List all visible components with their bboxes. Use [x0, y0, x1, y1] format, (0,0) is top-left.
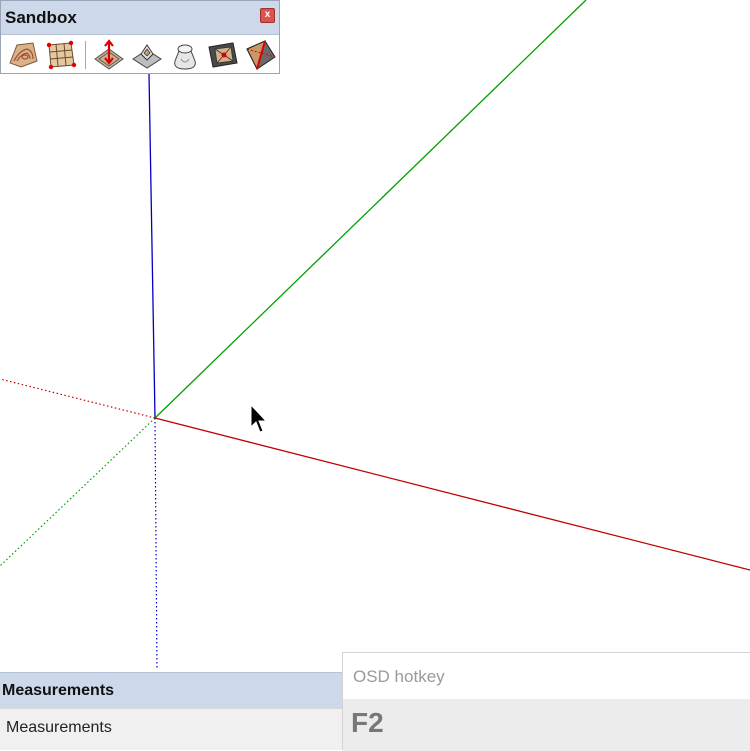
stamp-icon[interactable]: [131, 39, 163, 71]
add-detail-icon[interactable]: [207, 39, 239, 71]
sandbox-titlebar[interactable]: Sandbox x: [1, 1, 279, 35]
smoove-icon[interactable]: [93, 39, 125, 71]
sandbox-title: Sandbox: [5, 8, 77, 27]
red-axis-solid: [154, 417, 750, 571]
flip-edge-icon[interactable]: [245, 39, 277, 71]
green-axis-dotted: [0, 417, 156, 567]
measurements-field-label: Measurements: [6, 719, 112, 736]
sandbox-toolbar: Sandbox x: [0, 0, 280, 74]
drawing-viewport[interactable]: [0, 0, 750, 750]
measurements-header: Measurements: [0, 672, 345, 708]
blue-axis-solid: [148, 73, 156, 419]
grid-mesh-icon[interactable]: [45, 39, 77, 71]
contour-mesh-icon[interactable]: [7, 39, 39, 71]
drape-icon[interactable]: [169, 39, 201, 71]
blue-axis-dotted: [154, 417, 158, 671]
osd-key: F2: [351, 707, 384, 738]
osd-title: OSD hotkey: [353, 667, 445, 686]
measurements-header-label: Measurements: [2, 682, 115, 699]
osd-hotkey-panel: OSD hotkey F2: [342, 652, 750, 751]
toolbar-separator: [85, 41, 86, 69]
red-axis-dotted: [0, 378, 156, 419]
mouse-cursor-icon: [250, 403, 268, 433]
measurements-field[interactable]: Measurements: [0, 708, 345, 750]
close-icon[interactable]: x: [260, 8, 275, 23]
osd-key-row: F2: [343, 699, 750, 751]
